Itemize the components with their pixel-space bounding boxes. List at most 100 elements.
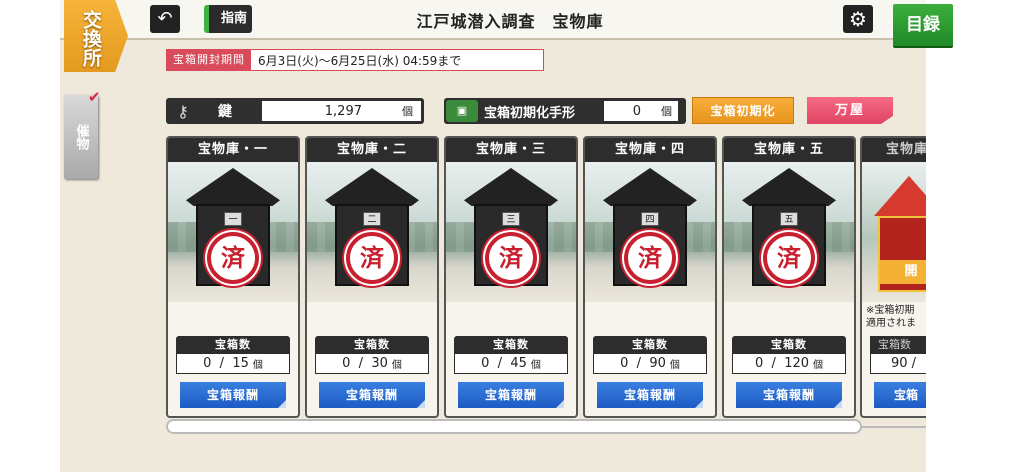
horizontal-scrollbar-track[interactable] — [862, 426, 926, 428]
catalog-button[interactable]: 目録 — [893, 4, 953, 46]
event-side-tab-label: 催物 — [73, 124, 89, 150]
chest-reward-button[interactable]: 宝箱報酬 — [597, 382, 703, 408]
completed-stamp: 済 — [624, 232, 676, 284]
chest-opened: 0 — [620, 356, 629, 371]
reset-ticket-value-box: 0 個 — [604, 101, 678, 121]
chest-opened: 0 — [342, 356, 351, 371]
chest-unit: 個 — [391, 360, 402, 371]
storehouse-roof — [186, 168, 280, 206]
vault-title: 宝物庫・一 — [168, 138, 298, 162]
chest-reward-button[interactable]: 宝箱報酬 — [736, 382, 842, 408]
chest-count-value: 0 / 120 個 — [732, 353, 846, 374]
completed-stamp: 済 — [346, 232, 398, 284]
vault-scene: 三 済 — [446, 162, 576, 302]
period-value: 6月3日(火)～6月25日(水) 04:59まで — [258, 53, 462, 68]
chest-reward-button[interactable]: 宝箱報酬 — [458, 382, 564, 408]
vault-card[interactable]: 宝物庫・三 三 済 宝箱数 0 / 45 個 宝箱報酬 — [444, 136, 578, 418]
chest-opened: 0 — [203, 356, 212, 371]
chest-unit: 個 — [813, 360, 824, 371]
chest-total: 15 — [232, 356, 249, 371]
event-side-tab[interactable]: 催物 — [64, 95, 98, 179]
chest-separator: / — [219, 356, 225, 371]
chest-count-label: 宝箱数 — [732, 336, 846, 353]
storehouse-roof — [464, 168, 558, 206]
storehouse-image: 五 済 — [742, 168, 836, 292]
reset-ticket-label: 宝箱初期化手形 — [484, 105, 576, 121]
back-arrow-icon: ↶ — [157, 8, 173, 29]
storehouse-image: 四 済 — [603, 168, 697, 292]
chest-reward-button[interactable]: 宝箱報酬 — [180, 382, 286, 408]
reset-ticket-icon: ▣ — [446, 100, 478, 122]
vault-scene: 五 済 — [724, 162, 854, 302]
chest-unit: 個 — [530, 360, 541, 371]
catalog-label: 目録 — [906, 15, 940, 35]
reset-note-line: 適用されま — [866, 318, 916, 329]
chest-count-value: 0 / 15 個 — [176, 353, 290, 374]
chest-reward-button[interactable]: 宝箱 — [874, 382, 926, 408]
storehouse-image: 一 済 — [186, 168, 280, 292]
exchange-tab[interactable]: 交換所 — [64, 0, 128, 72]
chest-reward-button[interactable]: 宝箱報酬 — [319, 382, 425, 408]
reset-ticket-counter: ▣ 宝箱初期化手形 0 個 — [444, 98, 686, 124]
vault-plaque: 三 — [502, 212, 520, 226]
shop-button[interactable]: 万屋 — [807, 97, 893, 124]
chest-count-label: 宝箱数 — [454, 336, 568, 353]
left-letterbox — [0, 0, 60, 472]
chest-reset-button[interactable]: 宝箱初期化 — [692, 97, 794, 124]
vault-title: 宝物庫・五 — [724, 138, 854, 162]
chest-total: 90 — [649, 356, 666, 371]
guide-label: 指南 — [221, 11, 248, 26]
chest-unit: 個 — [669, 360, 680, 371]
vault-plaque: 一 — [224, 212, 242, 226]
vault-scene: 開 — [862, 162, 926, 302]
chest-count-label: 宝箱数 — [176, 336, 290, 353]
chest-separator: / — [771, 356, 776, 371]
vault-card-partial[interactable]: 宝物庫 開 ※宝箱初期 適用されま 宝箱数 90 / 宝箱 — [860, 136, 926, 418]
vault-list[interactable]: 宝物庫・一 一 済 宝箱数 0 / 15 個 宝箱報酬 宝物庫・二 二 済 宝箱… — [166, 136, 926, 418]
key-value: 1,297 — [324, 103, 362, 119]
vault-title: 宝物庫・三 — [446, 138, 576, 162]
vault-card[interactable]: 宝物庫・四 四 済 宝箱数 0 / 90 個 宝箱報酬 — [583, 136, 717, 418]
gear-icon: ⚙ — [849, 7, 867, 31]
chest-total: 120 — [784, 356, 810, 371]
vault-title: 宝物庫 — [862, 138, 926, 162]
reset-note: ※宝箱初期 適用されま — [866, 304, 916, 330]
chest-separator: / — [497, 356, 503, 371]
key-icon: ⚷ — [177, 101, 189, 121]
chest-count-value: 0 / 45 個 — [454, 353, 568, 374]
reset-note-line: ※宝箱初期 — [866, 305, 915, 316]
chest-count-panel: 宝箱数 0 / 90 個 — [593, 336, 707, 376]
vault-scene: 一 済 — [168, 162, 298, 302]
vault-plaque: 五 — [780, 212, 798, 226]
guide-button[interactable]: 指南 — [204, 5, 252, 33]
chest-count-label: 宝箱数 — [593, 336, 707, 353]
chest-count-panel: 宝箱数 0 / 15 個 — [176, 336, 290, 376]
horizontal-scrollbar-thumb[interactable] — [166, 419, 862, 434]
vault-title: 宝物庫・四 — [585, 138, 715, 162]
exchange-tab-label: 交換所 — [80, 9, 102, 67]
reset-ticket-value: 0 — [632, 103, 641, 119]
completed-stamp: 済 — [763, 232, 815, 284]
chest-count-label: 宝箱数 — [315, 336, 429, 353]
vault-card[interactable]: 宝物庫・五 五 済 宝箱数 0 / 120 個 宝箱報酬 — [722, 136, 856, 418]
storehouse-roof — [742, 168, 836, 206]
chest-unit: 個 — [252, 360, 263, 371]
chest-opened: 0 — [481, 356, 490, 371]
storehouse-image: 二 済 — [325, 168, 419, 292]
chest-count-panel: 宝箱数 0 / 30 個 — [315, 336, 429, 376]
vault-scene: 二 済 — [307, 162, 437, 302]
chest-count-value: 90 / — [870, 353, 926, 374]
vault-card[interactable]: 宝物庫・一 一 済 宝箱数 0 / 15 個 宝箱報酬 — [166, 136, 300, 418]
back-button[interactable]: ↶ — [150, 5, 180, 33]
storehouse-image: 三 済 — [464, 168, 558, 292]
reset-ticket-unit: 個 — [661, 105, 672, 118]
vault-card[interactable]: 宝物庫・二 二 済 宝箱数 0 / 30 個 宝箱報酬 — [305, 136, 439, 418]
chest-separator: / — [636, 356, 642, 371]
settings-button[interactable]: ⚙ — [843, 5, 873, 33]
chest-count-panel: 宝箱数 0 / 45 個 — [454, 336, 568, 376]
vault-scene: 四 済 — [585, 162, 715, 302]
open-period-banner: 宝箱開封期間 6月3日(火)～6月25日(水) 04:59まで — [166, 49, 544, 71]
completed-stamp: 済 — [207, 232, 259, 284]
key-value-box: 1,297 個 — [262, 101, 421, 121]
open-vault-button[interactable]: 開 — [880, 260, 926, 284]
